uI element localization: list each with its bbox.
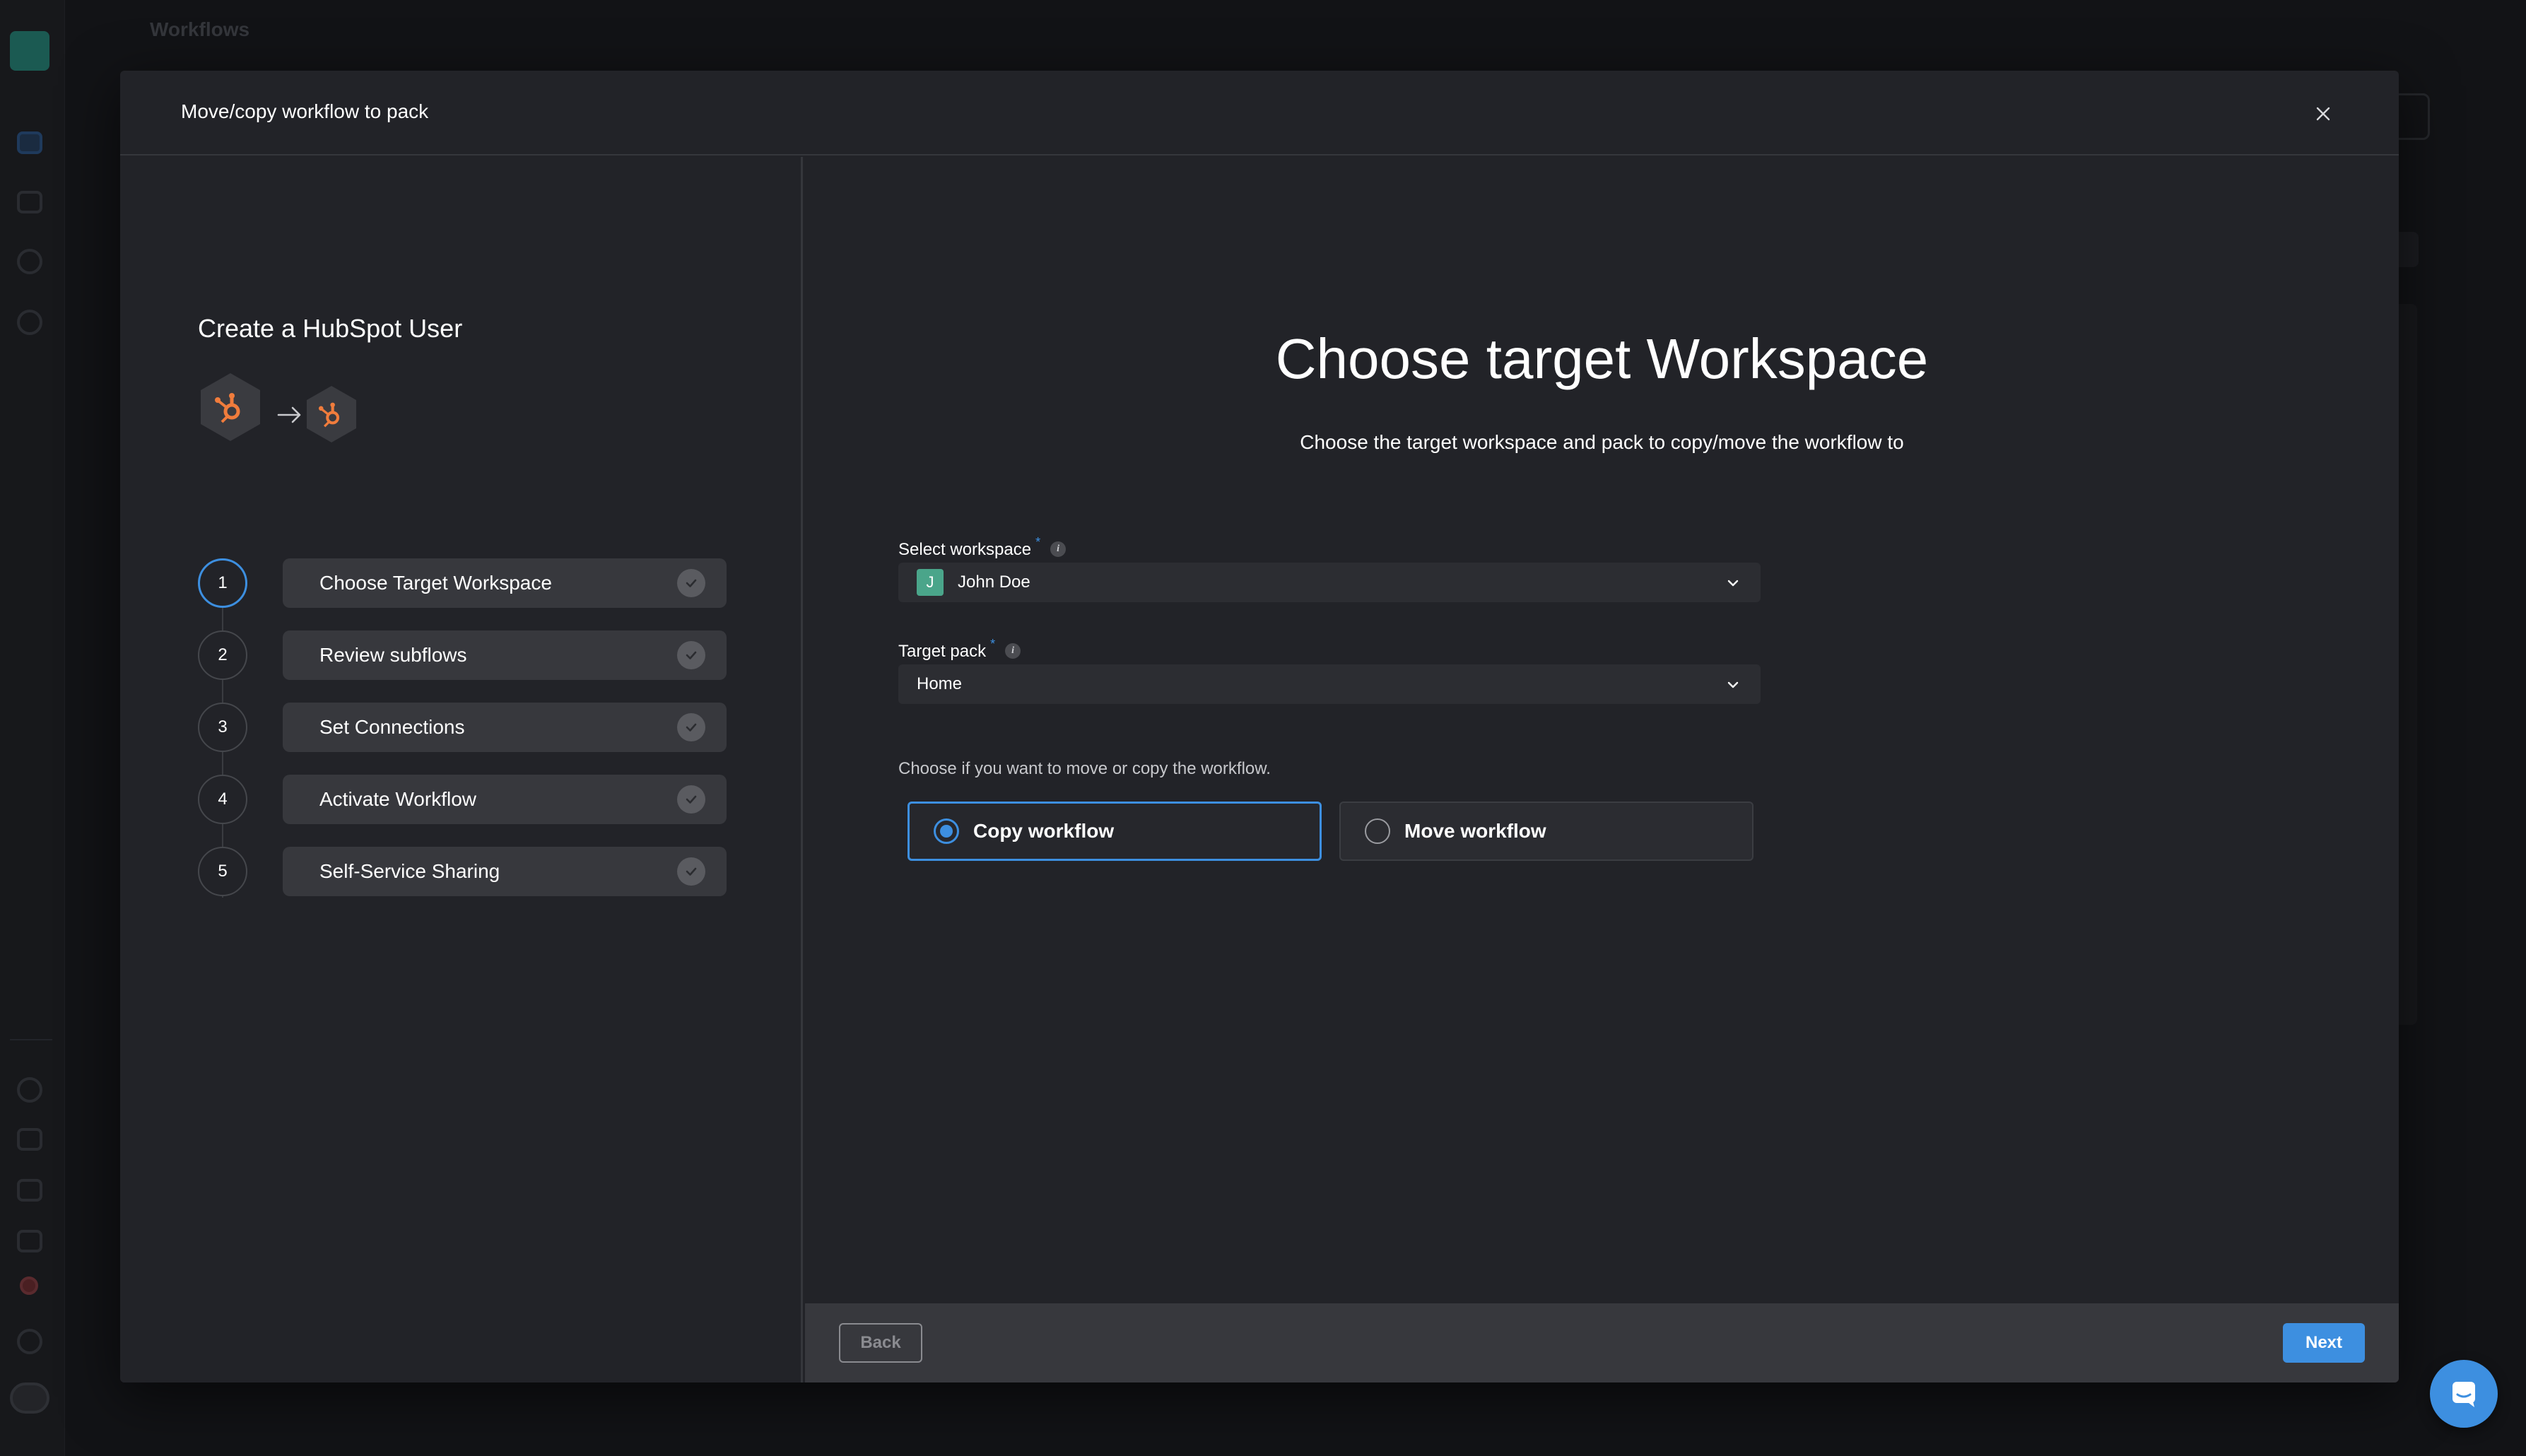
steps-panel: Create a HubSpot User 1 Choose Target Wo…	[120, 157, 803, 1382]
workspace-select-value: John Doe	[958, 573, 1030, 592]
back-button[interactable]: Back	[839, 1323, 922, 1363]
workspace-label-text: Select workspace	[898, 540, 1032, 559]
user-avatar[interactable]	[10, 1382, 49, 1414]
radio-selected-icon[interactable]	[934, 818, 959, 844]
step-choose-target-workspace[interactable]: 1 Choose Target Workspace	[198, 558, 735, 608]
step-label: Self-Service Sharing	[319, 860, 500, 882]
step-label: Activate Workflow	[319, 788, 476, 810]
step-card[interactable]: Set Connections	[283, 703, 727, 752]
step-number: 3	[198, 703, 247, 752]
move-workflow-option[interactable]: Move workflow	[1339, 802, 1753, 861]
step-label: Review subflows	[319, 644, 467, 666]
hubspot-icon	[201, 373, 260, 441]
move-copy-modal: Move/copy workflow to pack Create a HubS…	[120, 71, 2399, 1382]
copy-workflow-option[interactable]: Copy workflow	[907, 802, 1322, 861]
modal-title: Move/copy workflow to pack	[181, 100, 429, 122]
copy-workflow-label: Copy workflow	[973, 820, 1115, 842]
app-logo	[10, 31, 49, 71]
help-nav-icon[interactable]	[17, 1179, 42, 1202]
workflows-nav-icon[interactable]	[17, 131, 42, 154]
required-marker: *	[990, 637, 996, 651]
workspace-select[interactable]: J John Doe	[898, 563, 1761, 602]
workflow-name: Create a HubSpot User	[198, 314, 463, 343]
globe-nav-icon[interactable]	[17, 1077, 42, 1103]
pack-label-text: Target pack	[898, 642, 987, 661]
workspace-avatar: J	[917, 569, 944, 596]
arrow-right-icon	[277, 406, 301, 423]
close-button[interactable]	[2311, 102, 2335, 126]
step-number: 2	[198, 630, 247, 680]
move-copy-hint: Choose if you want to move or copy the w…	[898, 759, 1271, 778]
step-set-connections[interactable]: 3 Set Connections	[198, 703, 735, 752]
step-card[interactable]: Review subflows	[283, 630, 727, 680]
move-workflow-label: Move workflow	[1404, 820, 1546, 842]
target-pack-select-value: Home	[917, 674, 963, 693]
app-sidebar	[0, 0, 65, 1456]
required-marker: *	[1035, 535, 1041, 549]
next-button[interactable]: Next	[2283, 1323, 2365, 1363]
chevron-down-icon	[1727, 681, 1739, 688]
pack-field-label: Target pack * i	[898, 638, 1021, 662]
step-card[interactable]: Choose Target Workspace	[283, 558, 727, 608]
users-nav-icon[interactable]	[17, 1128, 42, 1151]
check-icon	[677, 713, 705, 741]
step-number: 4	[198, 775, 247, 824]
check-icon	[677, 857, 705, 886]
workspace-field-label: Select workspace * i	[898, 536, 1067, 560]
info-icon[interactable]: i	[1005, 643, 1021, 659]
status-nav-icon[interactable]	[17, 1329, 42, 1354]
page-title: Choose target Workspace	[1275, 327, 1929, 390]
close-icon	[2316, 107, 2330, 121]
docs-nav-icon[interactable]	[17, 1230, 42, 1252]
step-label: Choose Target Workspace	[319, 572, 552, 594]
step-number: 1	[198, 558, 247, 608]
step-self-service-sharing[interactable]: 5 Self-Service Sharing	[198, 847, 735, 896]
chat-launcher-button[interactable]	[2430, 1360, 2498, 1428]
step-review-subflows[interactable]: 2 Review subflows	[198, 630, 735, 680]
calendar-nav-icon[interactable]	[17, 191, 42, 213]
step-card[interactable]: Activate Workflow	[283, 775, 727, 824]
modal-footer: Back Next	[805, 1303, 2399, 1382]
packs-nav-icon[interactable]	[17, 249, 42, 274]
notifications-nav-icon[interactable]	[20, 1276, 38, 1295]
step-card[interactable]: Self-Service Sharing	[283, 847, 727, 896]
sidebar-divider	[10, 1039, 52, 1040]
step-label: Set Connections	[319, 716, 465, 738]
settings-nav-icon[interactable]	[17, 310, 42, 335]
page-subtitle: Choose the target workspace and pack to …	[1300, 431, 1904, 453]
modal-header: Move/copy workflow to pack	[120, 71, 2399, 155]
step-number: 5	[198, 847, 247, 896]
hubspot-icon	[307, 386, 356, 442]
check-icon	[677, 569, 705, 597]
background-page-title: Workflows	[150, 18, 250, 40]
target-pack-select[interactable]: Home	[898, 664, 1761, 704]
info-icon[interactable]: i	[1050, 541, 1067, 557]
radio-unselected-icon[interactable]	[1365, 818, 1390, 844]
check-icon	[677, 785, 705, 814]
chat-icon	[2452, 1382, 2475, 1407]
check-icon	[677, 641, 705, 669]
step-activate-workflow[interactable]: 4 Activate Workflow	[198, 775, 735, 824]
chevron-down-icon	[1727, 580, 1739, 587]
form-panel: Choose target Workspace Choose the targe…	[805, 157, 2399, 1382]
